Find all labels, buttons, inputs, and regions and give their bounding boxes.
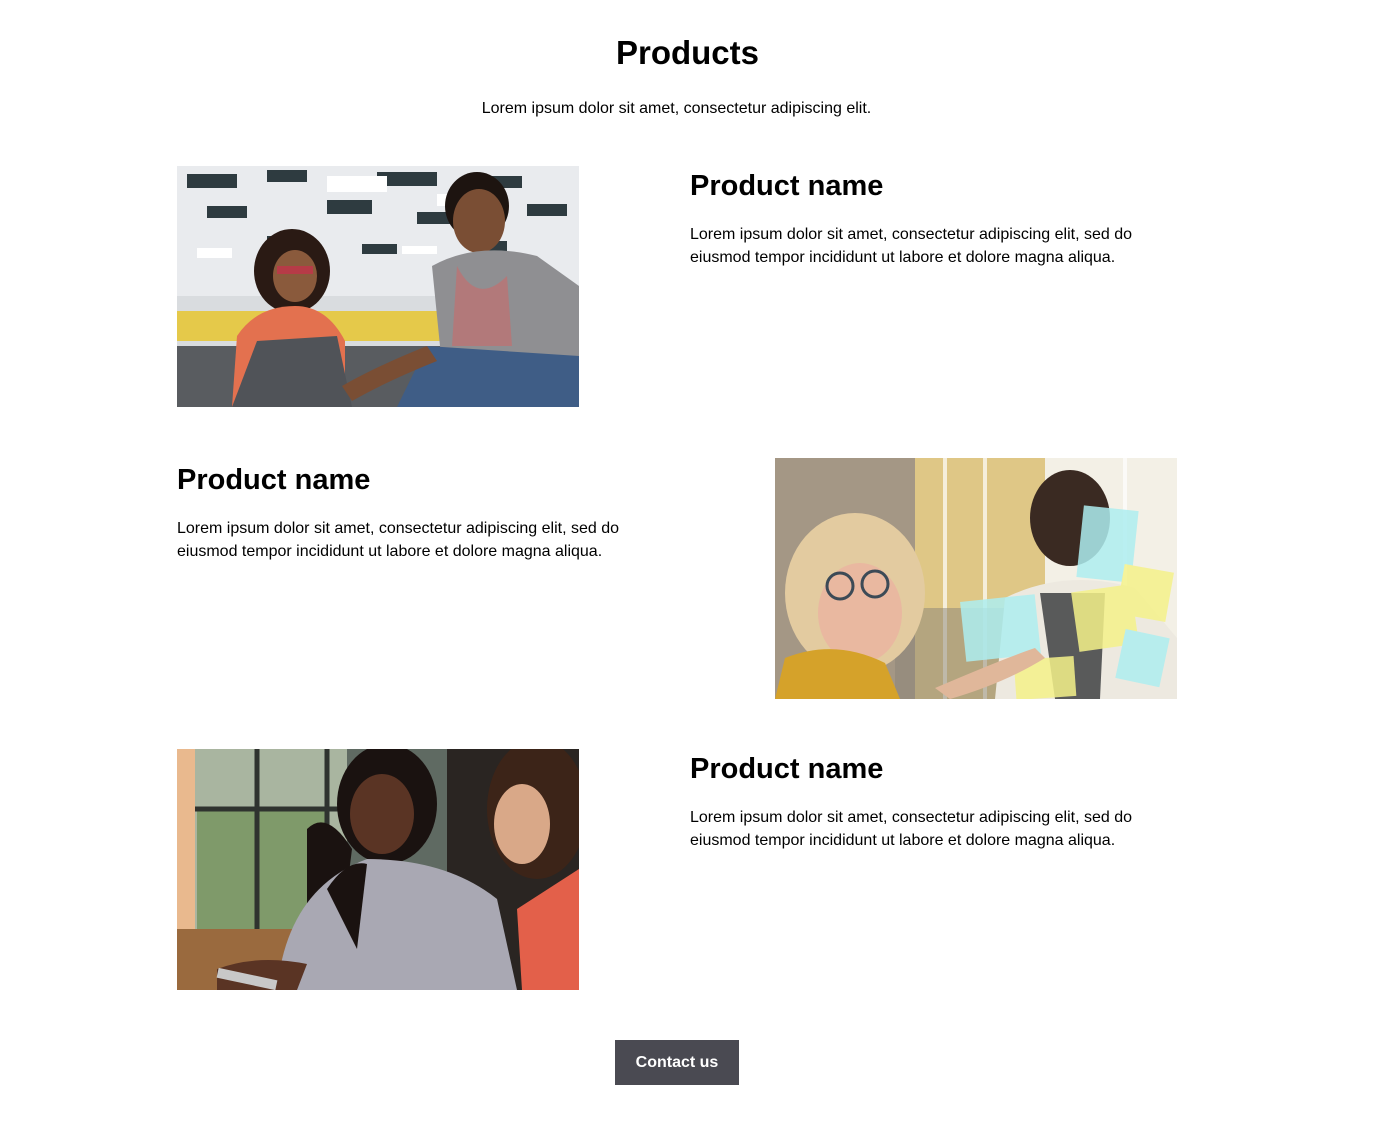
product-card: Product name Lorem ipsum dolor sit amet,… xyxy=(177,166,1177,407)
product-text: Product name Lorem ipsum dolor sit amet,… xyxy=(690,166,1160,269)
page-subtitle: Lorem ipsum dolor sit amet, consectetur … xyxy=(481,100,872,117)
product-description: Lorem ipsum dolor sit amet, consectetur … xyxy=(690,809,1132,849)
contact-us-button[interactable]: Contact us xyxy=(615,1040,739,1085)
product-image xyxy=(177,749,579,990)
product-text: Product name Lorem ipsum dolor sit amet,… xyxy=(177,460,647,563)
products-page: Products Lorem ipsum dolor sit amet, con… xyxy=(0,0,1375,1133)
product-card: Product name Lorem ipsum dolor sit amet,… xyxy=(177,749,1177,990)
page-title: Products xyxy=(615,34,760,71)
product-text: Product name Lorem ipsum dolor sit amet,… xyxy=(690,749,1160,852)
product-card: Product name Lorem ipsum dolor sit amet,… xyxy=(177,458,1177,699)
product-description: Lorem ipsum dolor sit amet, consectetur … xyxy=(177,520,619,560)
product-name: Product name xyxy=(690,170,884,202)
product-description: Lorem ipsum dolor sit amet, consectetur … xyxy=(690,226,1132,266)
product-image xyxy=(177,166,579,407)
product-image xyxy=(775,458,1177,699)
product-name: Product name xyxy=(690,753,884,785)
product-name: Product name xyxy=(177,464,371,496)
